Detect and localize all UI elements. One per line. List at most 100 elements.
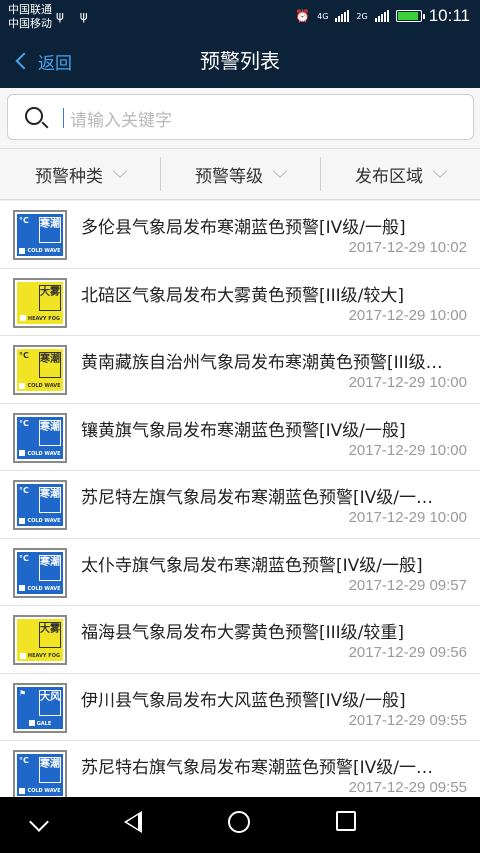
level-icon — [19, 517, 26, 524]
badge-label: 大雾 — [39, 622, 61, 648]
page-title: 预警列表 — [200, 49, 280, 73]
warning-list-item[interactable]: °C 寒潮 COLD WAVE 镶黄旗气象局发布寒潮蓝色预警[IV级/一般] 2017-… — [0, 404, 480, 471]
carrier-1: 中国联通 — [8, 3, 52, 16]
warning-badge-icon: °C 寒潮 COLD WAVE — [13, 210, 67, 260]
badge-label: 寒潮 — [39, 554, 61, 581]
warning-headline: 苏尼特左旗气象局发布寒潮蓝色预警[IV级/一… — [81, 488, 434, 508]
badge-glyph: °C — [19, 418, 29, 428]
filter-label: 发布区域 — [355, 166, 423, 187]
warning-list-item[interactable]: °C 寒潮 COLD WAVE 苏尼特左旗气象局发布寒潮蓝色预警[IV级/一… 2017… — [0, 471, 480, 539]
badge-label: 寒潮 — [39, 217, 61, 243]
badge-caption: HEAVY FOG — [17, 313, 63, 324]
chevron-down-icon — [432, 163, 448, 179]
warning-headline: 黄南藏族自治州气象局发布寒潮黄色预警[III级… — [81, 353, 443, 373]
network-2-label: 2G — [356, 11, 368, 21]
badge-caption-text: HEAVY FOG — [27, 653, 61, 659]
badge-caption: COLD WAVE — [17, 516, 63, 526]
badge-top: °C 寒潮 — [17, 349, 63, 381]
nav-home-icon[interactable] — [228, 811, 250, 833]
badge-top: °C 寒潮 — [17, 416, 63, 449]
badge-caption: GALE — [17, 718, 63, 729]
badge-top: °C 寒潮 — [17, 484, 63, 516]
warning-headline: 伊川县气象局发布大风蓝色预警[IV级/一般] — [81, 690, 406, 711]
warning-time: 2017-12-29 10:02 — [348, 239, 467, 256]
badge-top: °C 寒潮 — [17, 551, 63, 584]
warning-time: 2017-12-29 09:55 — [348, 711, 467, 729]
badge-caption-text: COLD WAVE — [27, 450, 61, 457]
carrier-2: 中国移动 — [8, 17, 52, 30]
filter-warning-level[interactable]: 预警等级 — [160, 149, 320, 199]
level-icon — [19, 247, 26, 254]
status-time: 10:11 — [428, 6, 470, 25]
nav-recents-icon[interactable] — [336, 811, 356, 831]
level-icon — [28, 720, 35, 726]
battery-fill — [397, 12, 419, 20]
signal-1-icon — [335, 10, 350, 22]
badge-caption-text: COLD WAVE — [27, 585, 61, 592]
search-input[interactable]: 请输入关键字 — [7, 94, 474, 140]
warning-list[interactable]: °C 寒潮 COLD WAVE 多伦县气象局发布寒潮蓝色预警[IV级/一般] 2017-… — [0, 201, 480, 797]
badge-glyph: °C — [19, 216, 29, 225]
warning-list-item[interactable]: 大雾 HEAVY FOG 福海县气象局发布大雾黄色预警[III级/较重] 2017-1… — [0, 606, 480, 674]
badge-top: °C 寒潮 — [17, 214, 63, 246]
level-icon — [19, 652, 26, 659]
search-placeholder: 请输入关键字 — [70, 111, 172, 131]
text-cursor — [63, 108, 64, 128]
badge-caption: COLD WAVE — [17, 448, 63, 459]
badge-caption: COLD WAVE — [17, 583, 63, 594]
filter-warning-type[interactable]: 预警种类 — [0, 149, 160, 199]
badge-top: °C 寒潮 — [17, 754, 63, 786]
warning-headline: 苏尼特右旗气象局发布寒潮蓝色预警[IV级/一… — [81, 758, 434, 778]
warning-list-item[interactable]: °C 寒潮 COLD WAVE 多伦县气象局发布寒潮蓝色预警[IV级/一般] 2017-… — [0, 201, 480, 269]
badge-label: 寒潮 — [39, 352, 61, 378]
nav-down-icon[interactable] — [29, 812, 49, 832]
warning-time: 2017-12-29 10:00 — [348, 374, 467, 391]
badge-glyph: °C — [19, 553, 29, 563]
network-1-label: 4G — [317, 11, 329, 21]
badge-label: 大雾 — [39, 284, 61, 311]
search-area: 请输入关键字 — [0, 88, 480, 148]
badge-label: 寒潮 — [39, 487, 61, 513]
warning-list-item[interactable]: ⚑ 大风 GALE 伊川县气象局发布大风蓝色预警[IV级/一般] 2017-12-29 … — [0, 674, 480, 741]
badge-top: 大雾 — [17, 281, 63, 314]
warning-list-item[interactable]: °C 寒潮 COLD WAVE 黄南藏族自治州气象局发布寒潮黄色预警[III级… 201… — [0, 336, 480, 404]
badge-glyph: °C — [19, 756, 29, 765]
badge-glyph — [19, 621, 37, 649]
level-icon — [19, 585, 26, 591]
badge-caption: COLD WAVE — [17, 381, 63, 391]
nav-back-icon[interactable] — [124, 811, 142, 833]
battery-icon — [395, 10, 425, 22]
warning-badge-icon: °C 寒潮 COLD WAVE — [13, 480, 67, 530]
badge-top: 大雾 — [17, 619, 63, 651]
warning-list-item[interactable]: °C 寒潮 COLD WAVE 苏尼特右旗气象局发布寒潮蓝色预警[IV级/一… 2017… — [0, 741, 480, 797]
warning-badge-icon: °C 寒潮 COLD WAVE — [13, 412, 67, 463]
badge-glyph: °C — [19, 351, 29, 360]
warning-time: 2017-12-29 10:00 — [348, 509, 467, 526]
warning-headline: 太仆寺旗气象局发布寒潮蓝色预警[IV级/一般] — [81, 555, 423, 576]
filter-region[interactable]: 发布区域 — [320, 149, 480, 199]
status-bar: 中国联通 中国移动 ψ ψ ⏰ 4G 2G 10:11 — [0, 0, 480, 34]
usb-icon: ψ ψ — [56, 9, 94, 23]
badge-glyph: °C — [19, 486, 29, 495]
filter-label: 预警种类 — [35, 166, 103, 187]
level-icon — [19, 450, 26, 456]
badge-caption: COLD WAVE — [17, 786, 63, 796]
badge-label: 寒潮 — [39, 419, 61, 446]
warning-time: 2017-12-29 09:56 — [348, 644, 467, 661]
badge-caption-text: COLD WAVE — [27, 788, 61, 794]
warning-time: 2017-12-29 10:00 — [348, 306, 467, 324]
warning-headline: 福海县气象局发布大雾黄色预警[III级/较重] — [81, 623, 405, 643]
badge-caption-text: COLD WAVE — [27, 383, 61, 389]
status-indicators: ⏰ 4G 2G 10:11 — [295, 6, 470, 26]
search-icon — [25, 107, 43, 125]
warning-time: 2017-12-29 09:55 — [348, 779, 467, 796]
alarm-icon: ⏰ — [295, 9, 311, 23]
level-icon — [19, 315, 26, 321]
warning-list-item[interactable]: °C 寒潮 COLD WAVE 太仆寺旗气象局发布寒潮蓝色预警[IV级/一般] 2017… — [0, 539, 480, 606]
system-nav-bar — [0, 797, 480, 853]
chevron-down-icon — [112, 163, 128, 179]
warning-list-item[interactable]: 大雾 HEAVY FOG 北碚区气象局发布大雾黄色预警[III级/较大] 2017-1… — [0, 269, 480, 336]
badge-caption-text: COLD WAVE — [27, 248, 61, 254]
badge-caption-text: GALE — [36, 720, 52, 727]
warning-time: 2017-12-29 10:00 — [348, 441, 467, 459]
